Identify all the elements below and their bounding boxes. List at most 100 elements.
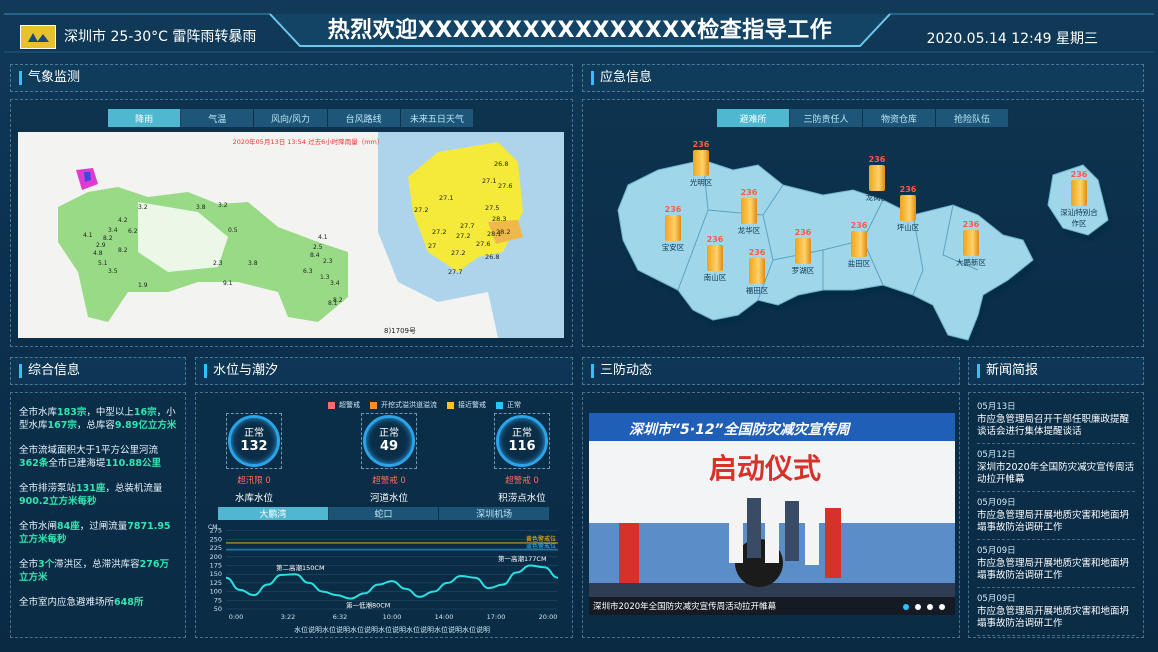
gauge-name: 水库水位 [234, 493, 273, 504]
warehouse-icon [795, 238, 811, 264]
district-count: 236 [664, 205, 682, 214]
temp-value: 27.7 [448, 268, 463, 276]
district-name: 龙华区 [737, 226, 761, 235]
temp-value: 27.6 [498, 182, 513, 190]
y-tick-label: 275 [210, 527, 222, 535]
y-tick-label: 200 [210, 553, 222, 561]
news-text: 市应急管理局开展地质灾害和地面坍塌事故防治调研工作 [977, 558, 1130, 581]
tab-1[interactable]: 气温 [181, 109, 255, 127]
rain-value: 8.2 [103, 235, 113, 242]
tab-3[interactable]: 抢险队伍 [936, 109, 1009, 127]
news-photo[interactable]: 深圳市“5·12”全国防灾减灾宣传周 启动仪式 深圳市2020年全国防灾减灾宣传… [589, 413, 955, 615]
rain-value: 2.5 [313, 244, 323, 251]
weather-panel-header: 气象监测 [10, 64, 573, 92]
tab-0[interactable]: 避难所 [717, 109, 790, 127]
rain-value: 8.4 [310, 252, 320, 259]
tab-0[interactable]: 降雨 [108, 109, 182, 127]
y-tick-label: 50 [214, 605, 222, 613]
carousel-dot[interactable] [915, 604, 921, 610]
warehouse-icon [741, 198, 757, 224]
tab-2[interactable]: 风向/风力 [254, 109, 328, 127]
gauge[interactable]: 正常 132 [228, 415, 280, 467]
news-text: 深圳市2020年全国防灾减灾宣传周活动拉开帷幕 [977, 462, 1135, 485]
district-marker[interactable]: 236 深汕特别合作区 [1059, 170, 1099, 229]
district-marker[interactable]: 236 福田区 [737, 248, 777, 296]
gauge-warning: 超警戒 0 [505, 476, 539, 486]
rain-value: 4.8 [93, 250, 103, 257]
district-marker[interactable]: 236 光明区 [681, 140, 721, 188]
x-tick-label: 20:00 [539, 613, 558, 621]
tab-2[interactable]: 物资仓库 [863, 109, 936, 127]
carousel-dot[interactable] [903, 604, 909, 610]
news-item[interactable]: 05月09日 市应急管理局开展地质灾害和地面坍塌事故防治调研工作 [977, 492, 1135, 540]
temp-value: 27.2 [456, 232, 471, 240]
map-footer: 8)1709号 [384, 327, 416, 335]
district-marker[interactable]: 236 罗湖区 [783, 228, 823, 276]
banner-subtitle: 启动仪式 [709, 452, 822, 485]
rain-value: 0.5 [228, 227, 238, 234]
emergency-panel-title: 应急信息 [591, 71, 652, 85]
temp-value: 26.8 [485, 253, 500, 261]
x-tick-label: 14:00 [435, 613, 454, 621]
tab-1[interactable]: 蛇口 [328, 507, 440, 520]
district-count: 236 [706, 235, 724, 244]
tab-4[interactable]: 未来五日天气 [400, 109, 474, 127]
district-marker[interactable]: 236 大鹏新区 [951, 220, 991, 268]
banner-title: 深圳市“5·12”全国防灾减灾宣传周 [629, 422, 850, 438]
district-name: 坪山区 [896, 223, 920, 232]
tide-chart: CM5075100125150175200225250275黄色警戒位蓝色警戒位… [208, 524, 559, 634]
y-tick-label: 75 [214, 596, 222, 604]
district-marker[interactable]: 236 南山区 [695, 235, 735, 283]
news-date: 05月09日 [977, 546, 1016, 556]
district-marker[interactable]: 236 龙华区 [729, 188, 769, 236]
news-panel-title: 新闻简报 [977, 364, 1038, 378]
rain-value: 3.2 [138, 204, 148, 211]
ceremony-image [589, 413, 955, 615]
district-count: 236 [794, 228, 812, 237]
y-tick-label: 100 [210, 588, 222, 596]
district-marker[interactable]: 236 坪山区 [888, 185, 928, 233]
carousel-dot[interactable] [939, 604, 945, 610]
legend-item: 正常 [496, 400, 521, 410]
news-item[interactable]: 05月13日 市应急管理局召开干部任职廉政提醒谈话会进行集体提醒谈话 [977, 396, 1135, 444]
district-name: 南山区 [703, 273, 727, 282]
dynamics-panel-title: 三防动态 [591, 364, 652, 378]
carousel-dot[interactable] [927, 604, 933, 610]
district-count: 236 [868, 155, 886, 164]
tab-1[interactable]: 三防责任人 [790, 109, 863, 127]
tab-2[interactable]: 深圳机场 [439, 507, 550, 520]
rain-value: 4.2 [118, 217, 128, 224]
gauge[interactable]: 正常 49 [363, 415, 415, 467]
district-count: 236 [748, 248, 766, 257]
temp-value: 27.7 [460, 222, 475, 230]
x-tick-label: 10:00 [383, 613, 402, 621]
news-item[interactable]: 05月09日 市应急管理局开展地质灾害和地面坍塌事故防治调研工作 [977, 588, 1135, 636]
summary-item: 全市水库183宗，中型以上16宗，小型水库167宗，总库容9.89亿立方米 [19, 407, 177, 431]
district-marker[interactable]: 236 盐田区 [839, 221, 879, 269]
tab-3[interactable]: 台风路线 [327, 109, 401, 127]
summary-panel-title: 综合信息 [19, 364, 80, 378]
legend-item: 接近警戒 [447, 400, 486, 410]
rain-value: 2.3 [213, 260, 223, 267]
district-marker[interactable]: 236 宝安区 [653, 205, 693, 253]
emergency-panel: 避难所 三防责任人 物资仓库 抢险队伍 236 光明区 236 宝安区 236 龙华区 23… [582, 99, 1144, 347]
water-panel-title: 水位与潮汐 [204, 364, 278, 378]
dynamics-panel-header: 三防动态 [582, 357, 960, 385]
water-legend: 超警戒 开挖式溢洪道溢流 接近警戒 正常 [328, 400, 531, 410]
rain-value: 3.8 [248, 260, 258, 267]
annotation: 第二高潮150CM [276, 563, 325, 572]
news-text: 市应急管理局召开干部任职廉政提醒谈话会进行集体提醒谈话 [977, 414, 1130, 437]
x-tick-label: 3:22 [281, 613, 296, 621]
district-name: 福田区 [745, 286, 769, 295]
news-text: 市应急管理局开展地质灾害和地面坍塌事故防治调研工作 [977, 510, 1130, 533]
rainfall-map: 2020年05月13日 13:54 过去6小时降雨量（mm） 8)1709号 3… [18, 132, 564, 338]
warehouse-icon [693, 150, 709, 176]
y-tick-label: 125 [210, 579, 222, 587]
news-item[interactable]: 05月12日 深圳市2020年全国防灾减灾宣传周活动拉开帷幕 [977, 444, 1135, 492]
news-item[interactable]: 05月09日市应急管理局开展地质灾害和地面坍塌事故防治调研工作 [977, 540, 1135, 588]
gauge[interactable]: 正常 116 [496, 415, 548, 467]
tab-0[interactable]: 大鹏湾 [218, 507, 329, 520]
temp-value: 27.2 [451, 249, 466, 257]
news-panel-header: 新闻简报 [968, 357, 1144, 385]
weather-panel-title: 气象监测 [19, 71, 80, 85]
